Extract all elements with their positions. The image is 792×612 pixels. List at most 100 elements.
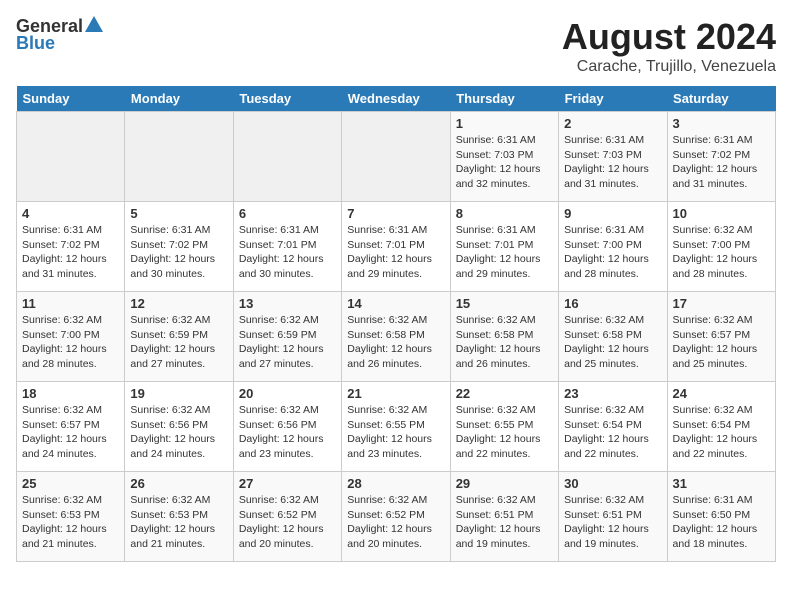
day-info: Sunrise: 6:32 AM Sunset: 6:57 PM Dayligh… — [22, 403, 119, 462]
day-number: 15 — [456, 296, 553, 311]
day-number: 22 — [456, 386, 553, 401]
calendar-title: August 2024 — [562, 16, 776, 58]
week-row-4: 18 Sunrise: 6:32 AM Sunset: 6:57 PM Dayli… — [17, 382, 776, 472]
day-cell-2: 2 Sunrise: 6:31 AM Sunset: 7:03 PM Daylig… — [559, 112, 667, 202]
day-number: 18 — [22, 386, 119, 401]
day-number: 11 — [22, 296, 119, 311]
day-number: 6 — [239, 206, 336, 221]
day-number: 2 — [564, 116, 661, 131]
day-header-thursday: Thursday — [450, 86, 558, 112]
day-info: Sunrise: 6:31 AM Sunset: 7:01 PM Dayligh… — [239, 223, 336, 282]
day-cell-23: 23 Sunrise: 6:32 AM Sunset: 6:54 PM Dayli… — [559, 382, 667, 472]
day-cell-7: 7 Sunrise: 6:31 AM Sunset: 7:01 PM Daylig… — [342, 202, 450, 292]
day-info: Sunrise: 6:32 AM Sunset: 6:56 PM Dayligh… — [130, 403, 227, 462]
day-cell-19: 19 Sunrise: 6:32 AM Sunset: 6:56 PM Dayli… — [125, 382, 233, 472]
day-info: Sunrise: 6:32 AM Sunset: 6:51 PM Dayligh… — [564, 493, 661, 552]
day-number: 30 — [564, 476, 661, 491]
calendar-table: SundayMondayTuesdayWednesdayThursdayFrid… — [16, 86, 776, 562]
day-header-friday: Friday — [559, 86, 667, 112]
day-info: Sunrise: 6:32 AM Sunset: 6:57 PM Dayligh… — [673, 313, 770, 372]
calendar-subtitle: Carache, Trujillo, Venezuela — [562, 58, 776, 76]
day-header-sunday: Sunday — [17, 86, 125, 112]
day-number: 25 — [22, 476, 119, 491]
logo-blue-text: Blue — [16, 33, 55, 54]
day-cell-3: 3 Sunrise: 6:31 AM Sunset: 7:02 PM Daylig… — [667, 112, 775, 202]
empty-cell — [17, 112, 125, 202]
day-info: Sunrise: 6:32 AM Sunset: 6:58 PM Dayligh… — [347, 313, 444, 372]
day-number: 10 — [673, 206, 770, 221]
day-cell-13: 13Sunrise: 6:32 AM Sunset: 6:59 PM Dayli… — [233, 292, 341, 382]
logo-arrow-icon — [85, 16, 103, 37]
day-cell-29: 29 Sunrise: 6:32 AM Sunset: 6:51 PM Dayli… — [450, 472, 558, 562]
day-number: 26 — [130, 476, 227, 491]
day-cell-18: 18 Sunrise: 6:32 AM Sunset: 6:57 PM Dayli… — [17, 382, 125, 472]
empty-cell — [342, 112, 450, 202]
day-cell-6: 6 Sunrise: 6:31 AM Sunset: 7:01 PM Daylig… — [233, 202, 341, 292]
day-cell-28: 28Sunrise: 6:32 AM Sunset: 6:52 PM Dayli… — [342, 472, 450, 562]
week-row-5: 25 Sunrise: 6:32 AM Sunset: 6:53 PM Dayli… — [17, 472, 776, 562]
day-cell-20: 20Sunrise: 6:32 AM Sunset: 6:56 PM Dayli… — [233, 382, 341, 472]
day-cell-8: 8 Sunrise: 6:31 AM Sunset: 7:01 PM Daylig… — [450, 202, 558, 292]
empty-cell — [125, 112, 233, 202]
day-info: Sunrise: 6:31 AM Sunset: 7:01 PM Dayligh… — [456, 223, 553, 282]
day-number: 27 — [239, 476, 336, 491]
day-info: Sunrise: 6:32 AM Sunset: 7:00 PM Dayligh… — [22, 313, 119, 372]
day-cell-10: 10 Sunrise: 6:32 AM Sunset: 7:00 PM Dayli… — [667, 202, 775, 292]
day-info: Sunrise: 6:32 AM Sunset: 6:59 PM Dayligh… — [130, 313, 227, 372]
day-info: Sunrise: 6:32 AM Sunset: 6:53 PM Dayligh… — [22, 493, 119, 552]
day-number: 8 — [456, 206, 553, 221]
day-info: Sunrise: 6:32 AM Sunset: 6:52 PM Dayligh… — [347, 493, 444, 552]
day-cell-14: 14 Sunrise: 6:32 AM Sunset: 6:58 PM Dayli… — [342, 292, 450, 382]
day-info: Sunrise: 6:31 AM Sunset: 7:02 PM Dayligh… — [673, 133, 770, 192]
day-cell-21: 21 Sunrise: 6:32 AM Sunset: 6:55 PM Dayli… — [342, 382, 450, 472]
day-number: 29 — [456, 476, 553, 491]
day-info: Sunrise: 6:32 AM Sunset: 6:58 PM Dayligh… — [564, 313, 661, 372]
day-cell-24: 24 Sunrise: 6:32 AM Sunset: 6:54 PM Dayli… — [667, 382, 775, 472]
day-cell-26: 26 Sunrise: 6:32 AM Sunset: 6:53 PM Dayli… — [125, 472, 233, 562]
day-number: 12 — [130, 296, 227, 311]
day-info: Sunrise: 6:32 AM Sunset: 6:53 PM Dayligh… — [130, 493, 227, 552]
day-number: 24 — [673, 386, 770, 401]
day-cell-5: 5Sunrise: 6:31 AM Sunset: 7:02 PM Daylig… — [125, 202, 233, 292]
day-number: 21 — [347, 386, 444, 401]
day-info: Sunrise: 6:32 AM Sunset: 7:00 PM Dayligh… — [673, 223, 770, 282]
week-row-2: 4 Sunrise: 6:31 AM Sunset: 7:02 PM Daylig… — [17, 202, 776, 292]
day-header-wednesday: Wednesday — [342, 86, 450, 112]
day-number: 5 — [130, 206, 227, 221]
day-info: Sunrise: 6:32 AM Sunset: 6:51 PM Dayligh… — [456, 493, 553, 552]
week-row-3: 11 Sunrise: 6:32 AM Sunset: 7:00 PM Dayli… — [17, 292, 776, 382]
day-info: Sunrise: 6:31 AM Sunset: 7:01 PM Dayligh… — [347, 223, 444, 282]
day-info: Sunrise: 6:31 AM Sunset: 7:02 PM Dayligh… — [22, 223, 119, 282]
header: General Blue August 2024 Carache, Trujil… — [16, 16, 776, 76]
day-number: 4 — [22, 206, 119, 221]
day-number: 19 — [130, 386, 227, 401]
day-cell-30: 30 Sunrise: 6:32 AM Sunset: 6:51 PM Dayli… — [559, 472, 667, 562]
day-cell-11: 11 Sunrise: 6:32 AM Sunset: 7:00 PM Dayli… — [17, 292, 125, 382]
empty-cell — [233, 112, 341, 202]
day-info: Sunrise: 6:32 AM Sunset: 6:56 PM Dayligh… — [239, 403, 336, 462]
day-number: 17 — [673, 296, 770, 311]
day-info: Sunrise: 6:32 AM Sunset: 6:54 PM Dayligh… — [673, 403, 770, 462]
day-number: 23 — [564, 386, 661, 401]
title-area: August 2024 Carache, Trujillo, Venezuela — [562, 16, 776, 76]
day-info: Sunrise: 6:32 AM Sunset: 6:52 PM Dayligh… — [239, 493, 336, 552]
day-number: 14 — [347, 296, 444, 311]
day-number: 3 — [673, 116, 770, 131]
day-cell-4: 4 Sunrise: 6:31 AM Sunset: 7:02 PM Daylig… — [17, 202, 125, 292]
day-header-tuesday: Tuesday — [233, 86, 341, 112]
day-number: 13 — [239, 296, 336, 311]
day-info: Sunrise: 6:32 AM Sunset: 6:54 PM Dayligh… — [564, 403, 661, 462]
day-number: 7 — [347, 206, 444, 221]
day-info: Sunrise: 6:32 AM Sunset: 6:55 PM Dayligh… — [347, 403, 444, 462]
day-cell-25: 25 Sunrise: 6:32 AM Sunset: 6:53 PM Dayli… — [17, 472, 125, 562]
day-header-saturday: Saturday — [667, 86, 775, 112]
day-cell-15: 15Sunrise: 6:32 AM Sunset: 6:58 PM Dayli… — [450, 292, 558, 382]
week-row-1: 1Sunrise: 6:31 AM Sunset: 7:03 PM Daylig… — [17, 112, 776, 202]
day-cell-22: 22Sunrise: 6:32 AM Sunset: 6:55 PM Dayli… — [450, 382, 558, 472]
day-cell-31: 31Sunrise: 6:31 AM Sunset: 6:50 PM Dayli… — [667, 472, 775, 562]
day-number: 16 — [564, 296, 661, 311]
day-cell-27: 27 Sunrise: 6:32 AM Sunset: 6:52 PM Dayli… — [233, 472, 341, 562]
day-info: Sunrise: 6:31 AM Sunset: 7:03 PM Dayligh… — [564, 133, 661, 192]
day-cell-17: 17 Sunrise: 6:32 AM Sunset: 6:57 PM Dayli… — [667, 292, 775, 382]
day-cell-9: 9Sunrise: 6:31 AM Sunset: 7:00 PM Daylig… — [559, 202, 667, 292]
